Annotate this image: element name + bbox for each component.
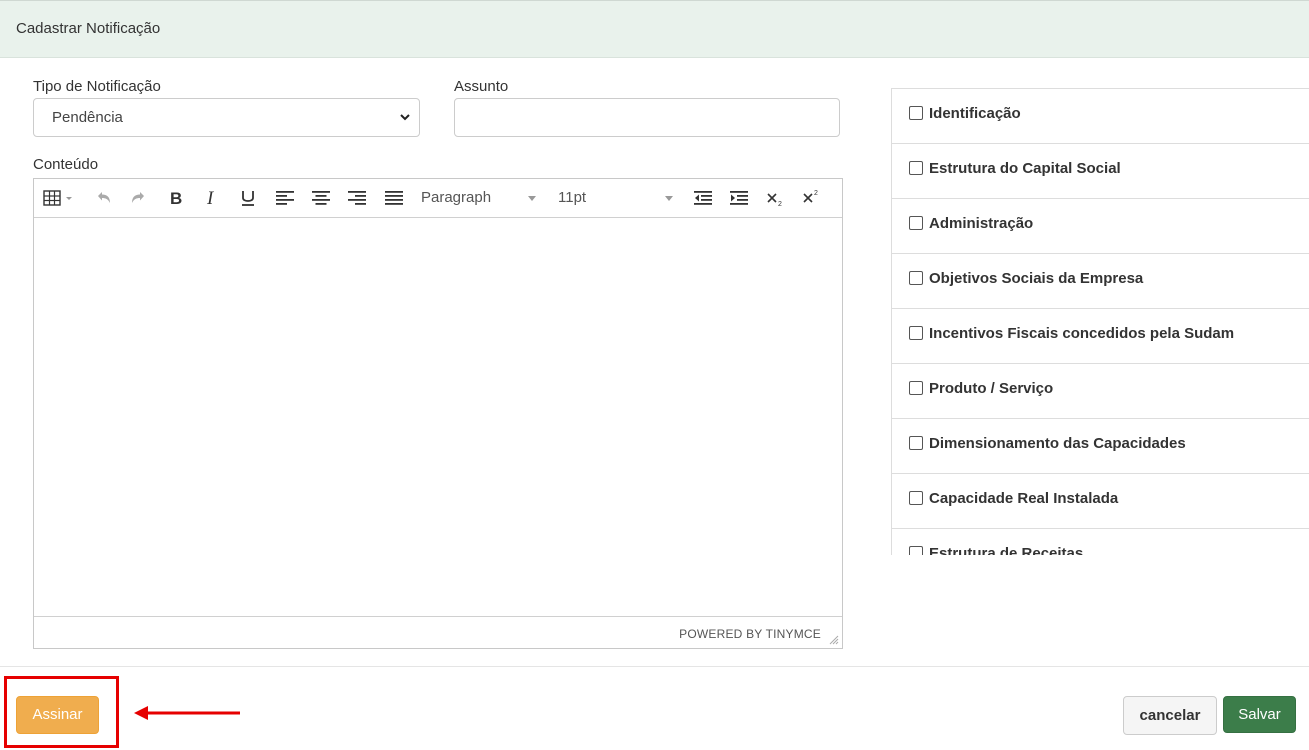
chevron-down-icon [400,114,410,121]
checklist-item[interactable]: Objetivos Sociais da Empresa [892,254,1309,309]
checkbox[interactable] [909,106,923,120]
checklist-item[interactable]: Produto / Serviço [892,364,1309,419]
editor-toolbar: B I Paragraph 11pt 2 2 [34,179,842,218]
checklist-item-label: Objetivos Sociais da Empresa [929,270,1144,287]
editor-content-area[interactable] [34,218,842,616]
table-icon[interactable] [43,187,77,209]
checklist-item[interactable]: Capacidade Real Instalada [892,474,1309,529]
arrow-left-icon [134,706,240,720]
section-checklist: Identificação Estrutura do Capital Socia… [891,88,1309,555]
checklist-item-label: Estrutura de Receitas [929,545,1084,555]
checkbox[interactable] [909,216,923,230]
assunto-input[interactable] [454,98,840,137]
modal-title: Cadastrar Notificação [16,20,161,37]
indent-icon[interactable] [728,187,750,209]
superscript-icon[interactable]: 2 [800,187,822,209]
format-dropdown[interactable]: Paragraph [421,187,491,209]
checkbox[interactable] [909,491,923,505]
checklist-item[interactable]: Dimensionamento das Capacidades [892,419,1309,474]
bold-icon[interactable]: B [165,187,187,209]
checkbox[interactable] [909,546,923,555]
assunto-label: Assunto [454,78,509,95]
font-size-dropdown-caret-icon [665,196,673,201]
svg-text:I: I [206,189,215,207]
tipo-notificacao-value: Pendência [52,109,123,126]
checklist-item-label: Dimensionamento das Capacidades [929,435,1186,452]
checklist-item[interactable]: Estrutura de Receitas [892,529,1309,555]
tipo-notificacao-label: Tipo de Notificação [33,78,161,95]
subscript-icon[interactable]: 2 [764,187,786,209]
checkbox[interactable] [909,161,923,175]
align-justify-icon[interactable] [383,187,405,209]
checklist-item-label: Administração [929,215,1034,232]
svg-text:B: B [170,189,182,207]
checklist-item[interactable]: Administração [892,199,1309,254]
checklist-item-label: Produto / Serviço [929,380,1054,397]
svg-text:2: 2 [814,190,818,197]
conteudo-label: Conteúdo [33,156,99,173]
checkbox[interactable] [909,271,923,285]
checkbox[interactable] [909,326,923,340]
footer-divider [0,666,1309,667]
underline-icon[interactable] [237,187,259,209]
checklist-item-label: Incentivos Fiscais concedidos pela Sudam [929,325,1235,342]
undo-icon[interactable] [92,187,114,209]
modal-header: Cadastrar Notificação [0,0,1309,58]
format-dropdown-caret-icon [528,196,536,201]
outdent-icon[interactable] [692,187,714,209]
align-right-icon[interactable] [346,187,368,209]
italic-icon[interactable]: I [201,187,223,209]
checklist-item[interactable]: Estrutura do Capital Social [892,144,1309,199]
cancelar-button[interactable]: cancelar [1123,696,1217,735]
checklist-item-label: Identificação [929,105,1021,122]
editor-statusbar: POWERED BY TINYMCE [34,616,842,648]
salvar-button[interactable]: Salvar [1223,696,1296,733]
checklist-item[interactable]: Identificação [892,89,1309,144]
font-size-dropdown[interactable]: 11pt [558,187,586,209]
highlight-box [4,676,119,748]
resize-handle-icon[interactable] [829,635,839,645]
checklist-item-label: Estrutura do Capital Social [929,160,1121,177]
checklist-item-label: Capacidade Real Instalada [929,490,1119,507]
checklist-item[interactable]: Incentivos Fiscais concedidos pela Sudam [892,309,1309,364]
checkbox[interactable] [909,381,923,395]
align-left-icon[interactable] [274,187,296,209]
tipo-notificacao-select[interactable]: Pendência [33,98,420,137]
checkbox[interactable] [909,436,923,450]
align-center-icon[interactable] [310,187,332,209]
powered-by-tinymce[interactable]: POWERED BY TINYMCE [679,627,821,641]
rich-text-editor: B I Paragraph 11pt 2 2 POWERED BY TINYMC… [33,178,843,649]
redo-icon[interactable] [128,187,150,209]
svg-text:2: 2 [778,201,782,207]
